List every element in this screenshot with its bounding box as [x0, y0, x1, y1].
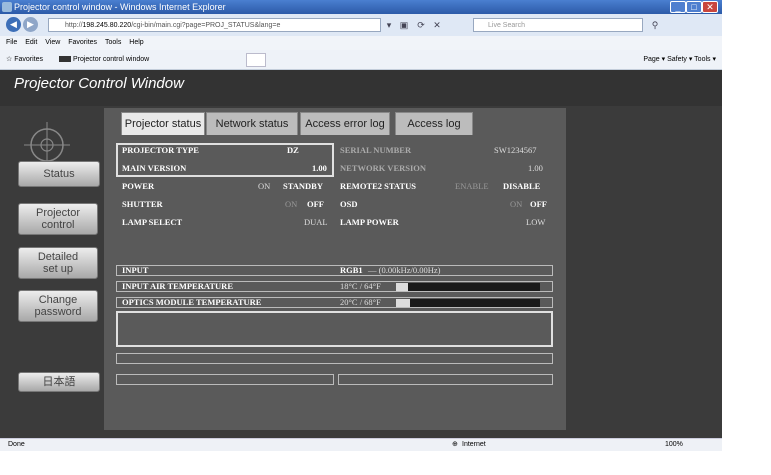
- search-placeholder: Live Search: [488, 22, 525, 29]
- tab-page-icon: [58, 56, 71, 63]
- bar-fill: [396, 283, 408, 291]
- lamp-power-label: LAMP POWER: [340, 217, 399, 227]
- remote2-disable: DISABLE: [503, 181, 541, 191]
- menu-view[interactable]: View: [45, 39, 60, 46]
- minimize-button[interactable]: _: [670, 1, 686, 13]
- shutter-label: SHUTTER: [122, 199, 163, 209]
- network-version-value: 1.00: [528, 163, 543, 173]
- address-field[interactable]: http://198.245.80.220/cgi-bin/main.cgi?p…: [48, 18, 381, 32]
- status-text: Done: [8, 441, 25, 448]
- serial-number-value: SW1234567: [494, 145, 537, 155]
- stop-icon[interactable]: ✕: [430, 18, 444, 32]
- forward-icon[interactable]: ▶: [23, 17, 38, 32]
- compat-icon[interactable]: ▣: [397, 18, 411, 32]
- input-air-temp-value: 18°C / 64°F: [340, 281, 381, 291]
- sidebar-item-label: Status: [43, 168, 75, 180]
- sidebar-item-label: Detailed set up: [37, 251, 79, 275]
- optics-temp-value: 20°C / 68°F: [340, 297, 381, 307]
- power-on: ON: [258, 181, 271, 191]
- window-title: Projector control window - Windows Inter…: [14, 2, 226, 12]
- sidebar-item-japanese[interactable]: 日本語: [18, 372, 100, 392]
- input-air-temp-label: INPUT AIR TEMPERATURE: [122, 281, 233, 291]
- lamp-select-value: DUAL: [304, 217, 328, 227]
- new-tab-button[interactable]: [246, 53, 266, 67]
- tab-access-error-log[interactable]: Access error log: [300, 112, 390, 135]
- input-detail: — (0.00kHz/0.00Hz): [368, 265, 441, 275]
- projector-type-value: DZ: [287, 145, 299, 155]
- address-host: 198.245.80.220: [82, 22, 132, 29]
- tab-label: Network status: [215, 118, 289, 130]
- browser-status-bar: Done ⊕ Internet 100%: [0, 438, 722, 451]
- favorites-button[interactable]: Favorites: [14, 56, 43, 63]
- selftest-frame: [338, 374, 553, 385]
- osd-label: OSD: [340, 199, 358, 209]
- runtime-frame: [116, 374, 334, 385]
- network-version-label: NETWORK VERSION: [340, 163, 427, 173]
- globe-icon: ⊕: [452, 441, 458, 448]
- sidebar-item-projector-control[interactable]: Projector control: [18, 203, 98, 235]
- tab-label: Access log: [407, 118, 461, 130]
- tab-label: Projector status: [124, 118, 202, 130]
- shutter-on: ON: [285, 199, 298, 209]
- sidebar-item-label: Projector control: [35, 207, 81, 231]
- security-zone: Internet: [462, 441, 486, 448]
- address-prefix: http://: [65, 22, 83, 29]
- sidebar-item-label: Change password: [34, 294, 82, 318]
- page-title: Projector Control Window: [14, 75, 184, 92]
- tab-network-status[interactable]: Network status: [206, 112, 298, 135]
- power-standby: STANDBY: [283, 181, 323, 191]
- power-label: POWER: [122, 181, 155, 191]
- browser-tab[interactable]: Projector control window: [73, 56, 149, 63]
- tab-access-log[interactable]: Access log: [395, 112, 473, 135]
- input-air-temp-bar: [396, 283, 540, 291]
- command-bar[interactable]: Page ▾ Safety ▾ Tools ▾: [643, 50, 716, 69]
- main-version-label: MAIN VERSION: [122, 163, 187, 173]
- tab-projector-status[interactable]: Projector status: [121, 112, 205, 135]
- address-path: /cgi-bin/main.cgi?page=PROJ_STATUS&lang=…: [131, 22, 281, 29]
- osd-on: ON: [510, 199, 523, 209]
- optics-temp-bar: [396, 299, 540, 307]
- input-value: RGB1: [340, 265, 363, 275]
- search-icon[interactable]: ⚲: [648, 18, 662, 32]
- sidebar-item-status[interactable]: Status: [18, 161, 100, 187]
- refresh-icon[interactable]: ⟳: [414, 18, 428, 32]
- dropdown-icon[interactable]: ▾: [382, 18, 396, 32]
- serial-number-label: SERIAL NUMBER: [340, 145, 412, 155]
- sidebar-item-detailed-set-up[interactable]: Detailed set up: [18, 247, 98, 279]
- sidebar-item-change-password[interactable]: Change password: [18, 290, 98, 322]
- zoom-level[interactable]: 100%: [665, 439, 683, 451]
- menu-file[interactable]: File: [6, 39, 17, 46]
- search-field[interactable]: Live Search: [473, 18, 643, 32]
- main-version-value: 1.00: [312, 163, 327, 173]
- input-row-frame: [116, 265, 553, 276]
- menu-tools[interactable]: Tools: [105, 39, 121, 46]
- ie-icon: [2, 2, 12, 12]
- lamp-power-value: LOW: [526, 217, 546, 227]
- menu-favorites[interactable]: Favorites: [68, 39, 97, 46]
- osd-off: OFF: [530, 199, 547, 209]
- projector-type-label: PROJECTOR TYPE: [122, 145, 199, 155]
- favorites-bar: ☆ Favorites Projector control window Pag…: [0, 50, 722, 70]
- star-icon[interactable]: ☆: [6, 56, 12, 63]
- lamp-select-label: LAMP SELECT: [122, 217, 183, 227]
- bar-fill: [396, 299, 411, 307]
- remote2-label: REMOTE2 STATUS: [340, 181, 416, 191]
- remote2-enable: ENABLE: [455, 181, 489, 191]
- filter-frame: [116, 353, 553, 364]
- tab-label: Access error log: [305, 118, 385, 130]
- menu-help[interactable]: Help: [129, 39, 143, 46]
- browser-title-bar: Projector control window - Windows Inter…: [0, 0, 722, 14]
- input-label: INPUT: [122, 265, 149, 275]
- maximize-button[interactable]: □: [686, 1, 702, 13]
- close-button[interactable]: ✕: [702, 1, 718, 13]
- lamp-frame: [116, 311, 553, 347]
- address-bar-row: ◀ ▶ http://198.245.80.220/cgi-bin/main.c…: [0, 14, 722, 37]
- optics-temp-label: OPTICS MODULE TEMPERATURE: [122, 297, 262, 307]
- back-icon[interactable]: ◀: [6, 17, 21, 32]
- menu-edit[interactable]: Edit: [25, 39, 37, 46]
- sidebar-item-label: 日本語: [42, 376, 76, 388]
- menu-bar: File Edit View Favorites Tools Help: [0, 36, 722, 50]
- shutter-off: OFF: [307, 199, 324, 209]
